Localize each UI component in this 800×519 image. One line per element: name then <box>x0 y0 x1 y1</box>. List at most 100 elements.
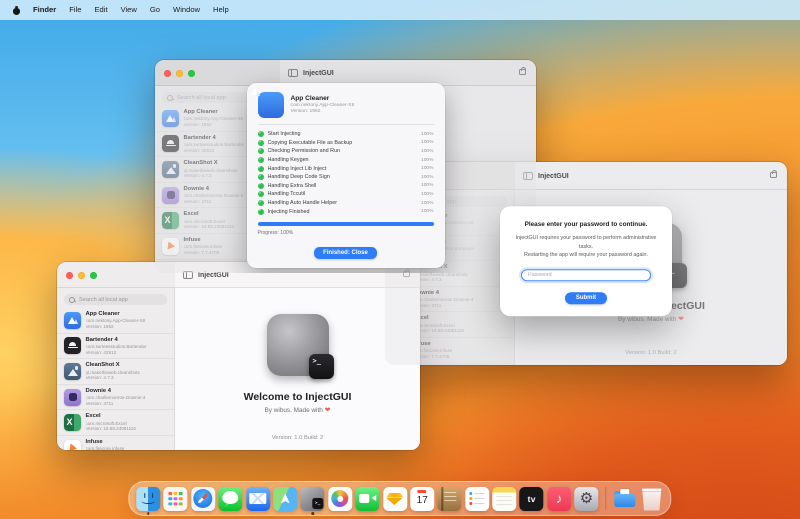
downloads-icon <box>612 487 636 511</box>
dock-item-appletv[interactable] <box>519 486 544 511</box>
injection-step: Handling Extra Shell 100% <box>257 181 434 191</box>
dock-item-sketch[interactable] <box>382 486 407 511</box>
app-name: App Cleaner <box>85 311 120 317</box>
dock-item-settings[interactable] <box>574 486 599 511</box>
dock-item-finder[interactable] <box>136 486 161 515</box>
excel-app-icon <box>64 414 81 432</box>
dock-item-injectgui[interactable] <box>300 486 325 515</box>
step-percent: 100% <box>420 209 434 215</box>
menu-item-window[interactable]: Window <box>173 0 200 20</box>
mail-icon <box>245 486 270 511</box>
appcleaner-app-icon <box>257 92 284 118</box>
menu-item-finder[interactable]: Finder <box>33 0 56 20</box>
welcome-pane: Welcome to InjectGUI By wibus. Made with… <box>175 288 420 450</box>
injection-step: Injecting Finished 100% <box>257 207 434 216</box>
window-title-text: InjectGUI <box>538 172 569 180</box>
lock-icon[interactable] <box>519 66 526 75</box>
app-list: App Cleanercom.nektony.App-Cleaner-SIIVe… <box>57 308 174 450</box>
zoom-button[interactable] <box>188 69 195 77</box>
messages-icon <box>218 486 243 511</box>
dock-item-trash[interactable] <box>640 487 664 511</box>
injection-step: Handling Deep Code Sign 100% <box>257 173 434 182</box>
bartender-app-icon <box>64 337 81 355</box>
dock-item-photos[interactable] <box>328 486 353 511</box>
traffic-lights <box>66 271 97 279</box>
dock-item-safari[interactable] <box>191 486 216 511</box>
settings-icon <box>574 486 599 511</box>
app-version: Version: 1982 <box>85 324 114 329</box>
menu-item-edit[interactable]: Edit <box>94 0 107 20</box>
appletv-icon <box>519 486 544 511</box>
zoom-button[interactable] <box>90 271 97 279</box>
step-percent: 100% <box>420 200 434 206</box>
menu-item-help[interactable]: Help <box>213 0 229 20</box>
password-input[interactable] <box>521 269 651 282</box>
dock-item-calendar[interactable]: 17 <box>410 486 435 511</box>
step-label: Handling Deep Code Sign <box>267 174 330 181</box>
window-title-text: InjectGUI <box>303 69 334 77</box>
app-list-item-downie[interactable]: Downie 4 com.charliemonroe.Downie-4 Versio… <box>57 385 174 411</box>
app-bundle-id: com.surteesstudios.Bartender <box>85 344 147 349</box>
lock-icon[interactable] <box>770 169 777 178</box>
app-list-item-cleanshot[interactable]: CleanShot Xpl.maketheweb.cleanshotxVersi… <box>57 359 174 385</box>
menu-item-file[interactable]: File <box>69 0 81 20</box>
close-button[interactable] <box>66 271 73 279</box>
progress-label: Progress: 100% <box>257 230 294 237</box>
sheet-header: App Cleaner com.nektony.App-Cleaner-SII … <box>257 92 434 118</box>
dock-item-contacts[interactable] <box>437 486 462 511</box>
dock-item-reminders[interactable] <box>464 486 489 511</box>
dialog-line2: Restarting the app will require your pas… <box>523 252 649 259</box>
dock-item-notes[interactable] <box>492 486 517 511</box>
minimize-button[interactable] <box>176 69 183 77</box>
injectgui-app-icon <box>266 314 334 379</box>
dialog-title: Please enter your password to continue. <box>524 221 648 229</box>
sheet-app-name: App Cleaner <box>290 94 330 102</box>
dock-item-facetime[interactable] <box>355 486 380 511</box>
app-list-item-bartender[interactable]: Bartender 4com.surteesstudios.BartenderV… <box>57 334 174 360</box>
apple-menu-icon[interactable] <box>12 6 20 15</box>
dock-item-messages[interactable] <box>218 486 243 511</box>
window-injectgui-front[interactable]: InjectGUI Search all local app App Clean… <box>57 262 420 450</box>
app-version: Version: 4711 <box>85 400 114 406</box>
dock-item-downloads[interactable] <box>612 487 636 511</box>
step-percent: 100% <box>420 157 434 163</box>
running-indicator <box>146 511 150 515</box>
step-label: Checking Permission and Run <box>267 148 341 155</box>
step-percent: 100% <box>420 191 434 197</box>
music-icon <box>547 486 572 511</box>
search-field[interactable]: Search all local app <box>64 294 167 305</box>
app-list-item-excel[interactable]: Excelcom.microsoft.ExcelVersion: 16.88.2… <box>57 410 174 436</box>
progress-fill <box>257 221 434 227</box>
infuse-app-icon <box>64 439 81 450</box>
minimize-button[interactable] <box>78 271 85 279</box>
menu-bar: Finder File Edit View Go Window Help <box>0 0 800 20</box>
app-list-item-appcleaner[interactable]: App Cleanercom.nektony.App-Cleaner-SIIVe… <box>57 308 174 334</box>
dock-item-mail[interactable] <box>245 486 270 511</box>
close-button[interactable] <box>164 69 171 77</box>
step-percent: 100% <box>420 166 434 172</box>
dock-item-launchpad[interactable] <box>163 486 188 511</box>
finished-close-button[interactable]: Finished: Close <box>314 247 377 260</box>
step-label: Handling Auto Handle Helper <box>267 200 338 207</box>
menu-item-go[interactable]: Go <box>150 0 160 20</box>
step-percent: 100% <box>420 174 434 180</box>
step-label: Copying Executable File as Backup <box>267 139 353 146</box>
menu-item-view[interactable]: View <box>121 0 137 20</box>
app-name: Excel <box>85 413 101 420</box>
injection-step: Start Injecting 100% <box>257 130 434 139</box>
app-version: Version: 16.88.24081116 <box>85 426 136 432</box>
search-icon <box>69 296 75 303</box>
dialog-body: InjectGUI requires your password to perf… <box>511 235 661 260</box>
calendar-icon: 17 <box>410 486 435 511</box>
window-injectgui-middle[interactable]: InjectGUI Search all local app App Clean… <box>385 162 787 365</box>
submit-button[interactable]: Submit <box>564 292 608 305</box>
dock-item-music[interactable] <box>547 486 572 511</box>
main-area: Welcome to InjectGUI By wibus. Made with… <box>175 288 420 450</box>
downie-app-icon <box>64 388 81 406</box>
dock-divider <box>604 487 606 510</box>
app-name: Downie 4 <box>85 387 111 394</box>
sidebar-toggle-icon[interactable] <box>288 69 298 77</box>
app-list-item-infuse[interactable]: Infusecom.firecore.infuseVersion: 7.7.47… <box>57 436 174 450</box>
document-peek-icon <box>619 489 629 497</box>
dock-item-maps[interactable] <box>273 486 298 511</box>
